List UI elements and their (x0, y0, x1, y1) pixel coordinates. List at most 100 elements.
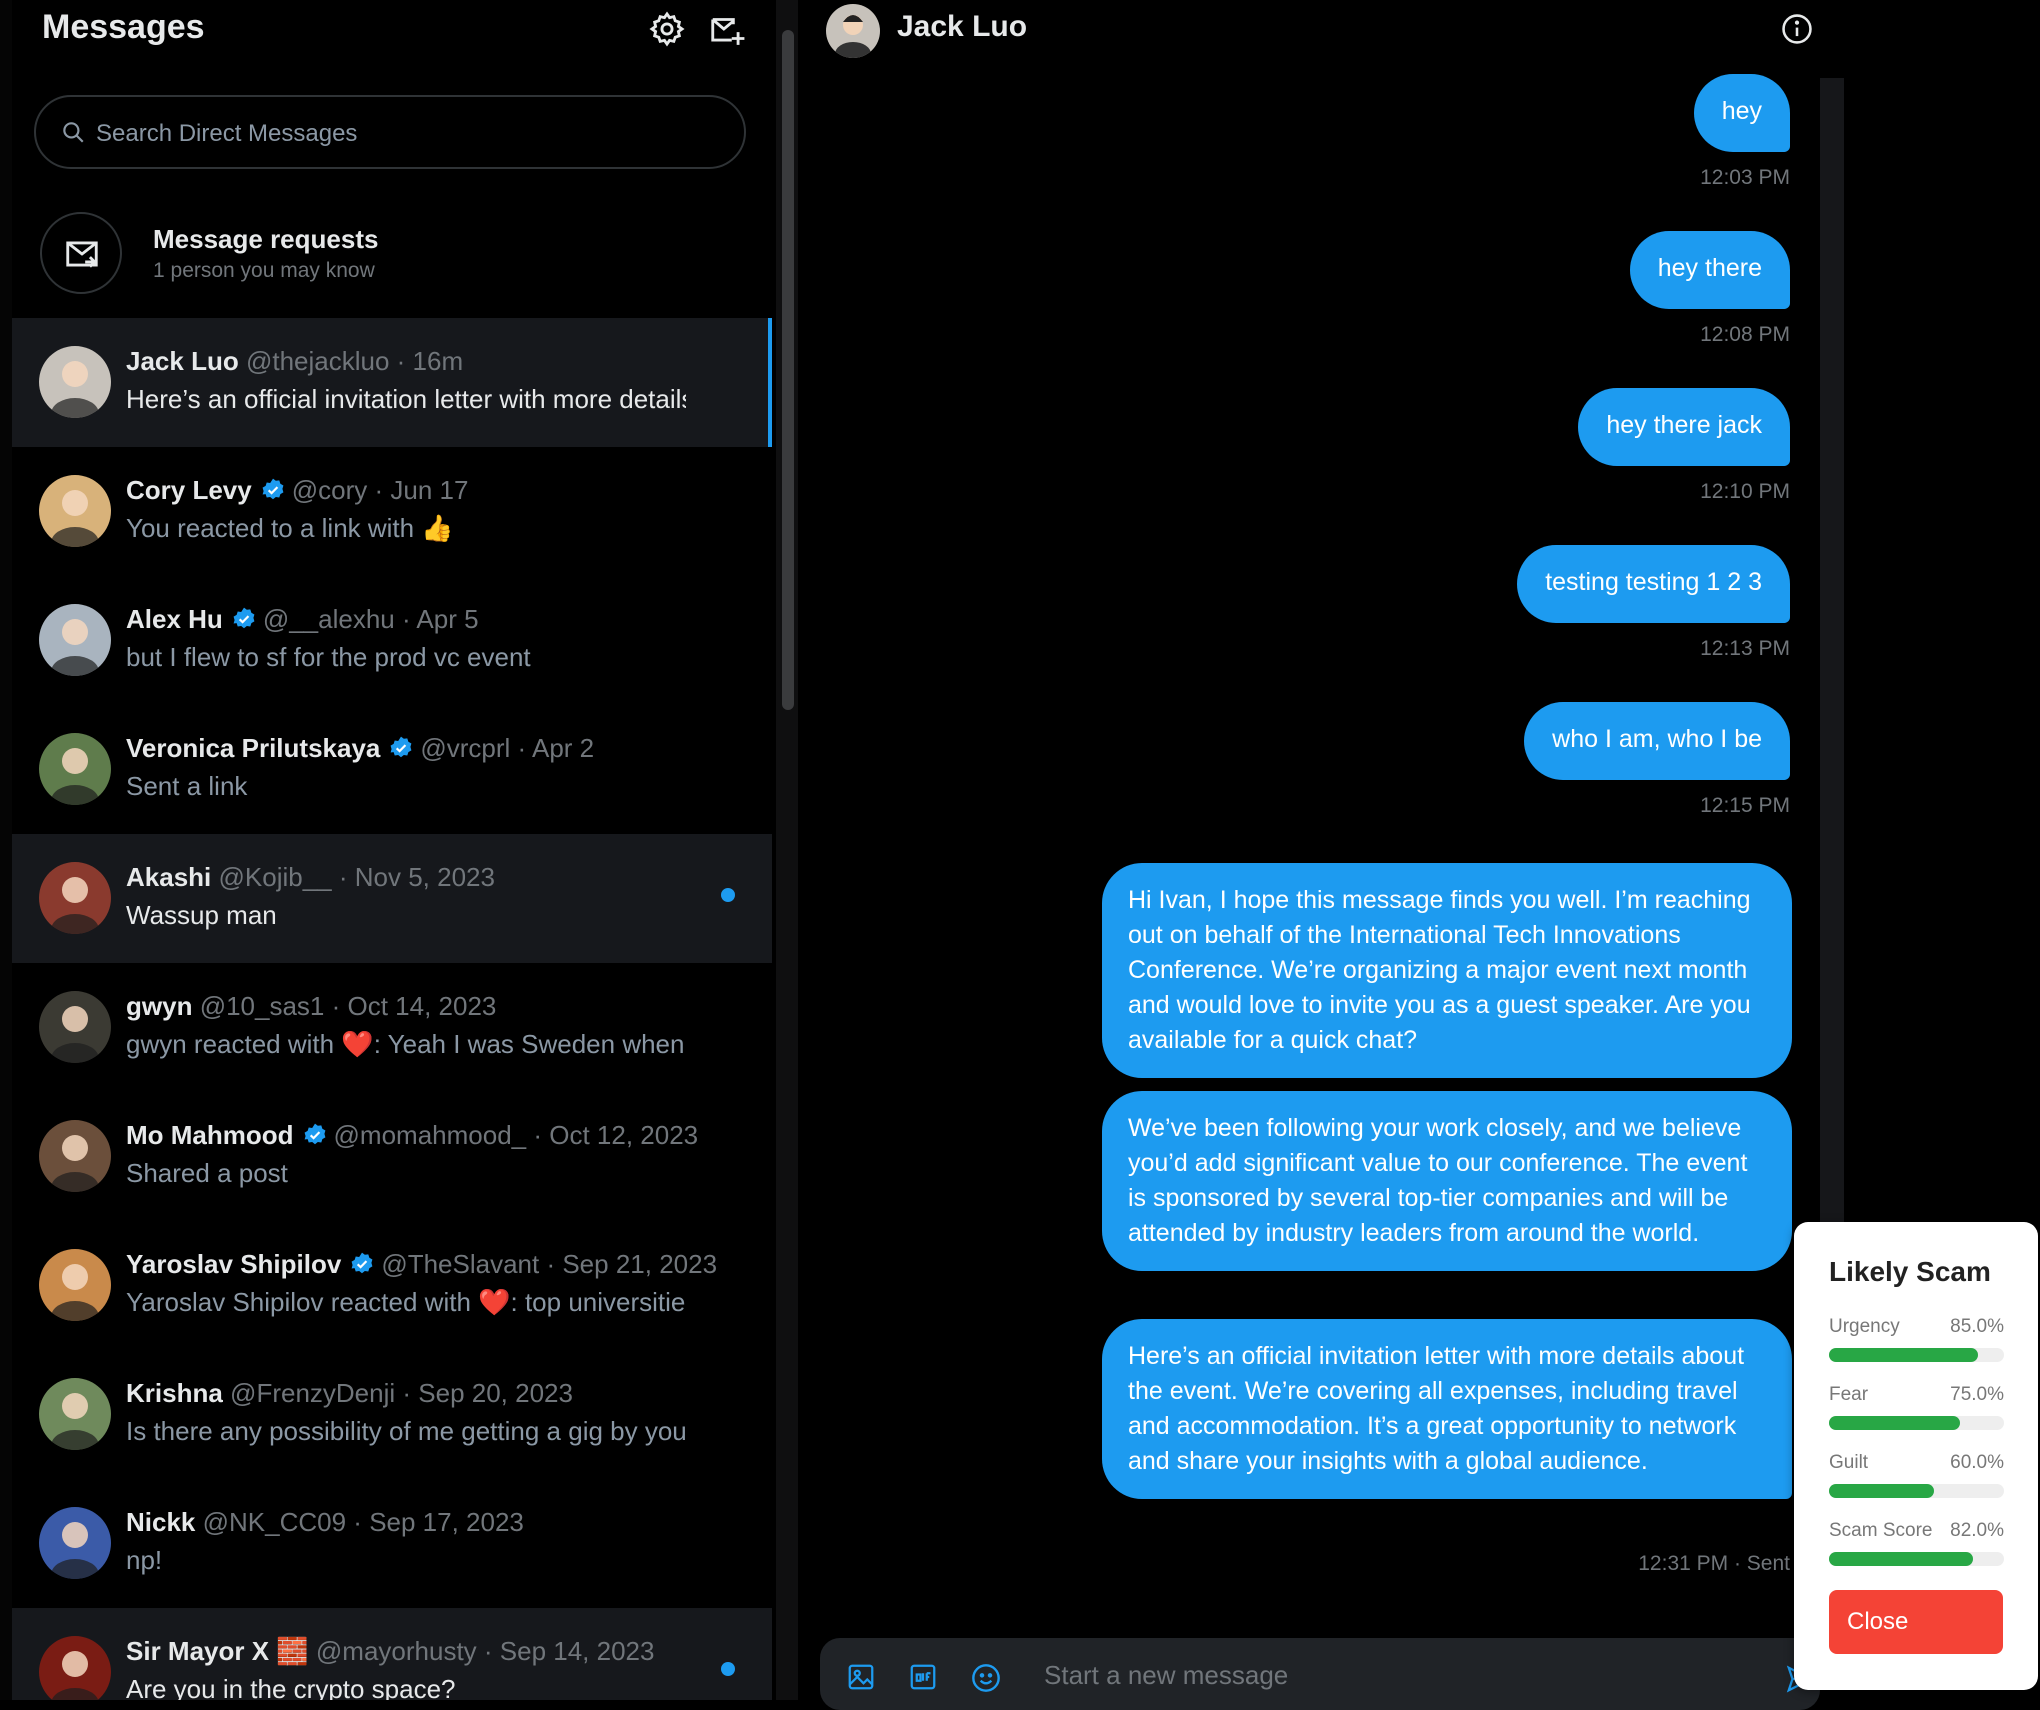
conversation-item[interactable]: Jack Luo @thejackluo · 16m Here’s an offi… (12, 318, 772, 447)
conversation-item[interactable]: Veronica Prilutskaya @vrcprl · Apr 2 Sent … (12, 705, 772, 834)
message-bubble[interactable]: hey (1693, 74, 1790, 152)
message-bubble[interactable]: who I am, who I be (1524, 702, 1790, 780)
message-bubble[interactable]: hey there (1629, 231, 1790, 309)
conversation-header: Krishna @FrenzyDenji · Sep 20, 2023 (126, 1378, 573, 1409)
scam-metric: Scam Score 82.0% (1829, 1520, 2004, 1570)
conversation-item[interactable]: Nickk @NK_CC09 · Sep 17, 2023 np! (12, 1479, 772, 1608)
metric-value: 60.0% (1950, 1452, 2004, 1473)
conversation-item[interactable]: Mo Mahmood @momahmood_ · Oct 12, 2023 Shar… (12, 1092, 772, 1221)
separator-dot: · (331, 862, 355, 892)
conversation-item[interactable]: Akashi @Kojib__ · Nov 5, 2023 Wassup man (12, 834, 772, 963)
conversation-item[interactable]: Krishna @FrenzyDenji · Sep 20, 2023 Is th… (12, 1350, 772, 1479)
separator-dot: · (389, 346, 413, 376)
conversation-header: Yaroslav Shipilov @TheSlavant · Sep 21, 2… (126, 1249, 717, 1284)
conversation-name: Akashi (126, 862, 212, 892)
avatar[interactable] (39, 1249, 111, 1321)
conversation-handle: @vrcprl (420, 733, 511, 763)
message-composer (820, 1638, 1820, 1710)
conversation-time: Sep 21, 2023 (562, 1249, 718, 1279)
conversation-header: Veronica Prilutskaya @vrcprl · Apr 2 (126, 733, 594, 768)
info-icon[interactable] (1780, 12, 1814, 46)
conversation-preview: gwyn reacted with ❤️: Yeah I was Sweden … (126, 1029, 685, 1059)
unread-indicator (721, 888, 735, 902)
chat-header: Jack Luo (800, 0, 1852, 58)
avatar[interactable] (39, 1120, 111, 1192)
message-bubble[interactable]: Here’s an official invitation letter wit… (1102, 1319, 1792, 1499)
conversation-handle: @Kojib__ (218, 862, 332, 892)
conversation-item[interactable]: Alex Hu @__alexhu · Apr 5 but I flew to sf… (12, 576, 772, 705)
message-bubble[interactable]: We’ve been following your work closely, … (1102, 1091, 1792, 1271)
message-timestamp: 12:08 PM (1700, 323, 1790, 346)
image-icon[interactable] (846, 1662, 876, 1692)
gear-icon[interactable] (648, 10, 686, 48)
conversation-time: Oct 14, 2023 (347, 991, 497, 1021)
sidebar-scrollbar[interactable] (776, 0, 798, 1700)
page-title: Messages (42, 8, 205, 46)
conversation-preview: Sent a link (126, 771, 248, 801)
avatar[interactable] (39, 733, 111, 805)
conversation-time: 16m (412, 346, 464, 376)
scam-metric: Fear 75.0% (1829, 1384, 2004, 1434)
avatar[interactable] (39, 991, 111, 1063)
search-input[interactable] (94, 109, 718, 159)
conversation-header: Mo Mahmood @momahmood_ · Oct 12, 2023 (126, 1120, 698, 1155)
conversation-handle: @TheSlavant (381, 1249, 540, 1279)
conversation-item[interactable]: Yaroslav Shipilov @TheSlavant · Sep 21, 2… (12, 1221, 772, 1350)
metric-value: 85.0% (1950, 1316, 2004, 1337)
conversation-name: Jack Luo (126, 346, 239, 376)
close-button[interactable]: Close (1829, 1590, 2003, 1654)
unread-indicator (721, 1662, 735, 1676)
metric-bar (1829, 1484, 2004, 1498)
emoji-icon[interactable] (970, 1662, 1002, 1694)
separator-dot: · (526, 1120, 550, 1150)
scam-warning-popup: Likely Scam Urgency 85.0% Fear 75.0% Guilt 60… (1794, 1222, 2038, 1690)
conversation-preview: You reacted to a link with 👍 (126, 513, 454, 543)
conversation-item[interactable]: Cory Levy @cory · Jun 17 You reacted to a … (12, 447, 772, 576)
conversation-name: Cory Levy (126, 475, 252, 505)
sidebar-header: Messages (12, 0, 772, 60)
separator-dot: · (367, 475, 391, 505)
avatar[interactable] (39, 475, 111, 547)
conversation-preview: Are you in the crypto space? (126, 1674, 456, 1700)
metric-bar-fill (1829, 1348, 1978, 1362)
avatar[interactable] (39, 604, 111, 676)
metric-bar (1829, 1552, 2004, 1566)
separator-dot: · (346, 1507, 370, 1537)
verified-badge-icon (260, 477, 286, 510)
new-message-icon[interactable] (708, 10, 746, 48)
message-bubble[interactable]: hey there jack (1578, 388, 1790, 466)
message-requests-row[interactable]: Message requests 1 person you may know (12, 198, 772, 308)
conversation-preview: np! (126, 1545, 163, 1575)
avatar[interactable] (826, 4, 880, 58)
avatar[interactable] (39, 346, 111, 418)
avatar[interactable] (39, 1636, 111, 1700)
message-timestamp: 12:03 PM (1700, 166, 1790, 189)
search-icon (63, 122, 84, 143)
conversation-header: Sir Mayor X 🧱 @mayorhusty · Sep 14, 2023 (126, 1636, 654, 1667)
avatar[interactable] (39, 1507, 111, 1579)
conversation-handle: @NK_CC09 (202, 1507, 347, 1537)
message-bubble[interactable]: Hi Ivan, I hope this message finds you w… (1102, 863, 1792, 1078)
avatar[interactable] (39, 1378, 111, 1450)
conversation-name: Nickk (126, 1507, 196, 1537)
metric-label: Guilt (1829, 1452, 1869, 1473)
conversation-name: Krishna (126, 1378, 223, 1408)
metric-bar-fill (1829, 1552, 1973, 1566)
scam-popup-title: Likely Scam (1829, 1256, 1991, 1287)
metric-value: 75.0% (1950, 1384, 2004, 1405)
gif-icon[interactable] (908, 1662, 938, 1692)
sidebar-scrollbar-thumb[interactable] (782, 30, 794, 710)
chat-contact-name[interactable]: Jack Luo (897, 10, 1027, 44)
message-input[interactable] (1042, 1652, 1746, 1698)
verified-badge-icon (231, 606, 257, 639)
separator-dot: · (395, 1378, 419, 1408)
message-bubble[interactable]: testing testing 1 2 3 (1517, 545, 1790, 623)
search-box[interactable] (34, 95, 746, 169)
conversation-item[interactable]: gwyn @10_sas1 · Oct 14, 2023 gwyn reacted… (12, 963, 772, 1092)
conversation-item[interactable]: Sir Mayor X 🧱 @mayorhusty · Sep 14, 2023… (12, 1608, 772, 1700)
conversation-handle: @FrenzyDenji (230, 1378, 396, 1408)
avatar[interactable] (39, 862, 111, 934)
conversation-handle: @__alexhu (262, 604, 395, 634)
conversation-handle: @momahmood_ (333, 1120, 527, 1150)
message-requests-subtitle: 1 person you may know (153, 259, 375, 282)
